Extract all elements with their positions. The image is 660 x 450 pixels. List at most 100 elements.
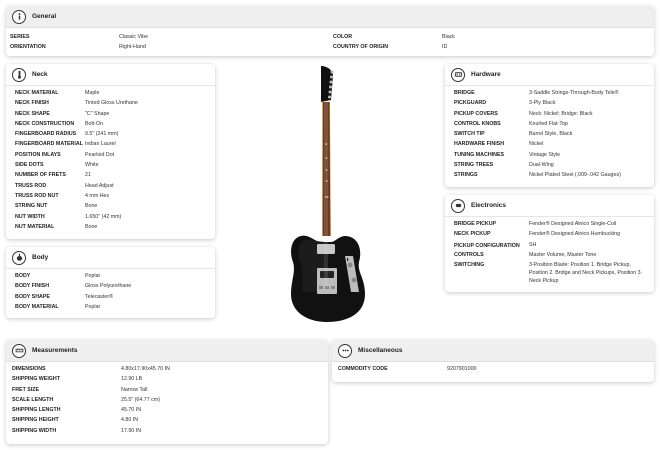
measurements-card-header: Measurements: [6, 340, 328, 362]
spec-label: NECK MATERIAL: [15, 90, 59, 96]
measurements-spec-row: SCALE LENGTH 25.5" (64.77 cm): [12, 396, 322, 406]
misc-title: Miscellaneous: [358, 347, 403, 354]
spec-label: TRUSS ROD: [15, 182, 47, 189]
spec-label: PICKUP COVERS: [454, 110, 498, 117]
spec-label: STRINGS: [454, 172, 478, 179]
spec-label: SERIES: [10, 34, 30, 40]
spec-value: 4.80 IN: [121, 417, 139, 424]
ruler-icon: [12, 343, 26, 358]
dots-icon: [338, 343, 352, 358]
spec-value: 4.80x17.90x45.70 IN: [121, 366, 170, 372]
guitar-neck-icon: [12, 67, 26, 82]
hardware-spec-row: BRIDGE 3-Saddle Strings-Through-Body Tele…: [454, 89, 648, 99]
spec-label: NECK PICKUP: [454, 231, 491, 238]
electronics-card: Electronics BRIDGE PICKUP Fender® Designe…: [445, 195, 654, 292]
spec-label: COMMODITY CODE: [338, 366, 388, 372]
neck-spec-row: TRUSS ROD Head Adjust: [15, 182, 209, 192]
spec-value: Tinted Gloss Urethane: [85, 100, 138, 107]
spec-value: Nickel: [529, 141, 544, 148]
hardware-spec-row: HARDWARE FINISH Nickel: [454, 140, 648, 150]
spec-value: Maple: [85, 90, 100, 96]
spec-value: Gloss Polyurethane: [85, 283, 132, 290]
hardware-spec-row: SWITCH TIP Barrel Style, Black: [454, 130, 648, 140]
spec-value: 25.5" (64.77 cm): [121, 396, 160, 403]
electronics-spec-row: PICKUP CONFIGURATION SH: [454, 241, 648, 251]
spec-value: Master Volume, Master Tone: [529, 251, 597, 258]
measurements-spec-row: SHIPPING WIDTH 17.90 IN: [12, 427, 322, 437]
spec-label: COUNTRY OF ORIGIN: [333, 44, 389, 51]
spec-label: SHIPPING WEIGHT: [12, 376, 60, 383]
spec-value: Poplar: [85, 303, 101, 310]
spec-value: Nickel Plated Steel (.009-.042 Gauges): [529, 172, 621, 179]
general-card: General SERIES Classic Vibe COLOR Black …: [6, 6, 654, 56]
neck-spec-row: FINGERBOARD RADIUS 9.5" (241 mm): [15, 130, 209, 140]
measurements-spec-row: SHIPPING HEIGHT 4.80 IN: [12, 416, 322, 426]
hardware-card-header: Hardware: [445, 64, 654, 86]
spec-label: FINGERBOARD MATERIAL: [15, 141, 83, 148]
spec-label: NECK FINISH: [15, 100, 49, 107]
spec-value: Indian Laurel: [85, 141, 116, 148]
spec-label: BODY SHAPE: [15, 293, 50, 300]
neck-spec-row: NECK CONSTRUCTION Bolt-On: [15, 120, 209, 130]
spec-label: SWITCH TIP: [454, 131, 485, 138]
spec-label: DIMENSIONS: [12, 366, 46, 372]
spec-label: NUT WIDTH: [15, 213, 45, 220]
spec-value: 21: [85, 172, 91, 179]
spec-value: 4 mm Hex: [85, 192, 110, 199]
spec-label: NUT MATERIAL: [15, 223, 55, 230]
body-spec-list: BODY Poplar BODY FINISH Gloss Polyurethane B…: [6, 269, 215, 313]
electronics-spec-row: NECK PICKUP Fender® Designed Alnico Humbu…: [454, 230, 648, 240]
spec-value: Right-Hand: [119, 44, 146, 51]
hardware-spec-row: PICKUP COVERS Neck: Nickel; Bridge: Black: [454, 110, 648, 120]
neck-spec-row: TRUSS ROD NUT 4 mm Hex: [15, 192, 209, 202]
spec-label: BODY MATERIAL: [15, 303, 59, 310]
spec-label: NECK SHAPE: [15, 110, 50, 117]
spec-value: Fender® Designed Alnico Humbucking: [529, 231, 621, 238]
spec-label: SHIPPING HEIGHT: [12, 417, 59, 424]
spec-value: Bone: [85, 203, 98, 210]
misc-spec-row: COMMODITY CODE 9207901000: [338, 365, 648, 375]
hardware-spec-list: BRIDGE 3-Saddle Strings-Through-Body Tele…: [445, 86, 654, 182]
spec-label: TUNING MACHINES: [454, 151, 505, 158]
spec-value: Knurled Flat-Top: [529, 120, 568, 127]
spec-value: Neck: Nickel; Bridge: Black: [529, 110, 593, 117]
body-card-header: Body: [6, 247, 215, 269]
spec-value: 1.650" (42 mm): [85, 213, 122, 220]
spec-value: "C" Shape: [85, 110, 110, 117]
hardware-spec-row: TUNING MACHINES Vintage Style: [454, 151, 648, 161]
spec-value: Dual-Wing: [529, 162, 554, 169]
spec-value: Barrel Style, Black: [529, 131, 573, 138]
spec-value: 9207901000: [447, 366, 477, 372]
general-row: ORIENTATION Right-Hand COUNTRY OF ORIGIN…: [10, 43, 648, 53]
electronics-spec-row: BRIDGE PICKUP Fender® Designed Alnico Sin…: [454, 220, 648, 230]
hardware-spec-row: CONTROL KNOBS Knurled Flat-Top: [454, 120, 648, 130]
spec-value: SH: [529, 241, 537, 248]
hardware-card: Hardware BRIDGE 3-Saddle Strings-Through-…: [445, 64, 654, 187]
neck-spec-row: NUT MATERIAL Bone: [15, 223, 209, 233]
electronics-spec-row: SWITCHING 3-Position Blade: Position 1. B…: [454, 261, 648, 286]
neck-spec-row: NECK MATERIAL Maple: [15, 89, 209, 99]
body-spec-row: BODY MATERIAL Poplar: [15, 303, 209, 313]
neck-spec-row: NECK SHAPE "C" Shape: [15, 110, 209, 120]
spec-value: ID: [442, 44, 448, 51]
spec-label: CONTROL KNOBS: [454, 120, 501, 127]
spec-value: 45.70 IN: [121, 407, 142, 414]
spec-value: 9.5" (241 mm): [85, 131, 119, 138]
spec-label: SHIPPING LENGTH: [12, 407, 61, 414]
spec-value: Pearloid Dot: [85, 151, 115, 158]
general-title: General: [32, 13, 57, 20]
spec-value: 3-Ply Black: [529, 100, 556, 107]
spec-label: SHIPPING WIDTH: [12, 427, 57, 434]
spec-value: White: [85, 162, 99, 169]
body-spec-row: BODY FINISH Gloss Polyurethane: [15, 282, 209, 292]
hardware-spec-row: PICKGUARD 3-Ply Black: [454, 99, 648, 109]
spec-value: Classic Vibe: [119, 34, 149, 40]
neck-spec-row: STRING NUT Bone: [15, 202, 209, 212]
spec-value: 17.90 IN: [121, 427, 142, 434]
spec-label: HARDWARE FINISH: [454, 141, 505, 148]
measurements-spec-row: SHIPPING LENGTH 45.70 IN: [12, 406, 322, 416]
neck-spec-row: POSITION INLAYS Pearloid Dot: [15, 151, 209, 161]
spec-value: Fender® Designed Alnico Single-Coil: [529, 221, 617, 227]
misc-card-header: Miscellaneous: [332, 340, 654, 362]
neck-spec-row: FINGERBOARD MATERIAL Indian Laurel: [15, 140, 209, 150]
